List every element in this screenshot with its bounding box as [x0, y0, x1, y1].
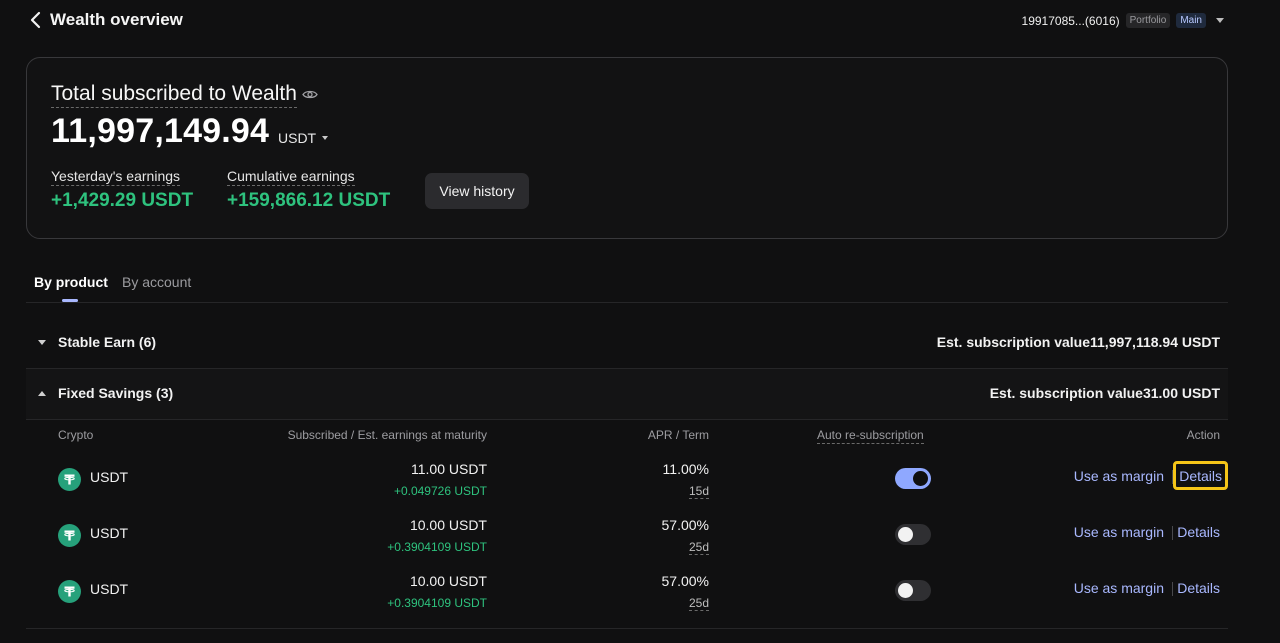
- group-est-value: Est. subscription value11,997,118.94 USD…: [936, 334, 1220, 350]
- details-link[interactable]: Details: [1173, 461, 1228, 490]
- cumulative-earnings-value: +159,866.12 USDT: [227, 190, 391, 211]
- details-link[interactable]: Details: [1177, 580, 1220, 596]
- caret-up-icon: [38, 391, 46, 396]
- subscribed-amount: 10.00 USDT: [409, 573, 487, 589]
- group-est-value: Est. subscription value31.00 USDT: [989, 385, 1220, 401]
- table-row: USDT 11.00 USDT +0.049726 USDT 11.00% 15…: [26, 452, 1228, 508]
- use-as-margin-link[interactable]: Use as margin: [1074, 524, 1164, 540]
- group-fixed-savings[interactable]: Fixed Savings (3) Est. subscription valu…: [26, 369, 1228, 420]
- account-selector[interactable]: 19917085...(6016) Portfolio Main: [1022, 13, 1224, 28]
- yesterday-earnings-value: +1,429.29 USDT: [51, 190, 194, 211]
- currency-selector[interactable]: USDT: [278, 130, 329, 146]
- table-row: USDT 10.00 USDT +0.3904109 USDT 57.00% 2…: [26, 508, 1228, 564]
- column-apr-term: APR / Term: [647, 428, 709, 442]
- est-earnings: +0.3904109 USDT: [387, 596, 487, 610]
- term-value[interactable]: 25d: [688, 596, 709, 611]
- coin-name: USDT: [90, 469, 129, 485]
- summary-card: Total subscribed to Wealth 11,997,149.94…: [26, 57, 1228, 239]
- column-subscribed: Subscribed / Est. earnings at maturity: [287, 428, 487, 442]
- toggle-knob: [913, 471, 928, 486]
- auto-resubscription-toggle[interactable]: [895, 580, 931, 601]
- portfolio-badge: Portfolio: [1125, 13, 1171, 28]
- tab-by-product[interactable]: By product: [34, 274, 108, 290]
- apr-value: 57.00%: [661, 517, 709, 533]
- apr-value: 11.00%: [662, 461, 709, 477]
- main-badge: Main: [1176, 13, 1206, 28]
- cumulative-earnings-label[interactable]: Cumulative earnings: [227, 168, 355, 186]
- tether-usdt-icon: [58, 524, 81, 547]
- subscribed-amount: 10.00 USDT: [409, 517, 487, 533]
- caret-down-icon: [38, 340, 46, 345]
- view-history-button[interactable]: View history: [425, 173, 529, 209]
- tether-usdt-icon: [58, 468, 81, 491]
- eye-icon[interactable]: [302, 89, 318, 100]
- auto-resubscription-toggle[interactable]: [895, 524, 931, 545]
- summary-title[interactable]: Total subscribed to Wealth: [51, 82, 297, 108]
- chevron-down-icon: [1216, 18, 1224, 23]
- term-value[interactable]: 25d: [688, 540, 709, 555]
- chevron-left-icon: [30, 11, 41, 29]
- column-auto-resubscription[interactable]: Auto re-subscription: [817, 428, 924, 444]
- term-value[interactable]: 15d: [688, 484, 709, 499]
- group-stable-earn[interactable]: Stable Earn (6) Est. subscription value1…: [26, 318, 1228, 369]
- active-tab-indicator: [62, 299, 78, 302]
- details-link[interactable]: Details: [1177, 524, 1220, 540]
- yesterday-earnings-label[interactable]: Yesterday's earnings: [51, 168, 181, 186]
- currency-label: USDT: [278, 130, 317, 146]
- subscribed-amount: 11.00 USDT: [411, 461, 487, 477]
- page-title: Wealth overview: [50, 10, 183, 29]
- total-amount: 11,997,149.94: [51, 112, 270, 150]
- use-as-margin-link[interactable]: Use as margin: [1074, 580, 1164, 596]
- action-divider: [1172, 526, 1173, 540]
- account-id: 19917085...(6016): [1021, 13, 1120, 28]
- caret-down-icon: [322, 136, 329, 140]
- use-as-margin-link[interactable]: Use as margin: [1074, 468, 1164, 484]
- table-row: USDT 10.00 USDT +0.3904109 USDT 57.00% 2…: [26, 564, 1228, 620]
- group-name: Fixed Savings (3): [58, 385, 174, 401]
- view-tabs: By product By account: [26, 270, 1228, 303]
- est-earnings: +0.049726 USDT: [393, 484, 487, 498]
- column-action: Action: [1186, 428, 1220, 442]
- toggle-knob: [898, 583, 913, 598]
- back-button[interactable]: [28, 10, 46, 30]
- tether-usdt-icon: [58, 580, 81, 603]
- action-divider: [1172, 582, 1173, 596]
- auto-resubscription-toggle[interactable]: [895, 468, 931, 489]
- column-crypto: Crypto: [58, 428, 94, 442]
- coin-name: USDT: [90, 581, 129, 597]
- est-earnings: +0.3904109 USDT: [387, 540, 487, 554]
- apr-value: 57.00%: [661, 573, 709, 589]
- table-bottom-divider: [26, 628, 1228, 629]
- top-bar: Wealth overview 19917085...(6016) Portfo…: [0, 0, 1280, 40]
- coin-name: USDT: [90, 525, 129, 541]
- toggle-knob: [898, 527, 913, 542]
- tab-by-account[interactable]: By account: [122, 274, 191, 290]
- group-name: Stable Earn (6): [58, 334, 157, 350]
